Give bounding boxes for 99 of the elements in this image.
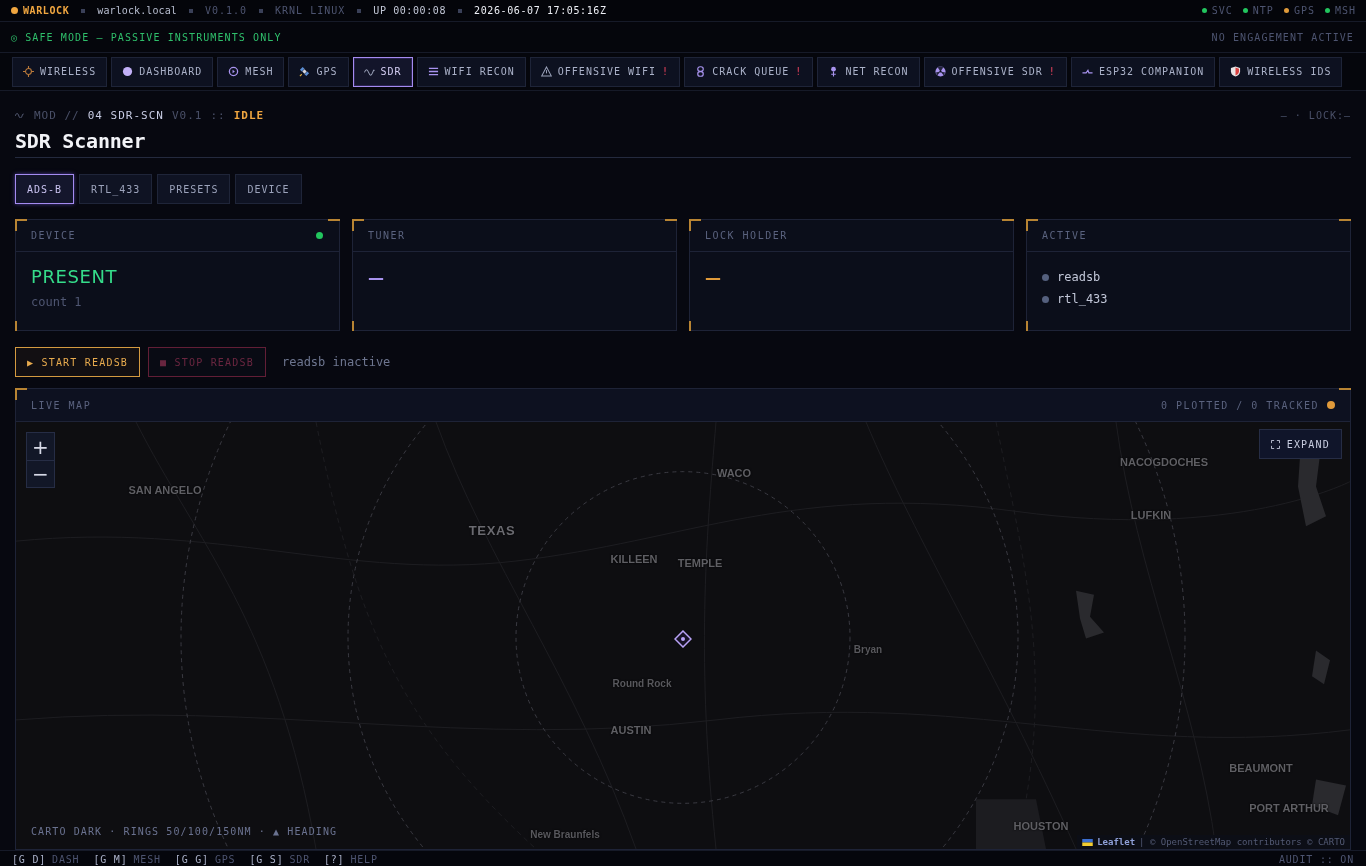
expand-button[interactable]: EXPAND <box>1258 429 1342 459</box>
sub-tab[interactable]: ADS-B <box>15 174 75 204</box>
corner-bracket <box>1026 219 1038 231</box>
map-label: AUSTIN <box>610 724 652 736</box>
map-label: Round Rock <box>612 677 672 689</box>
zoom-in-button[interactable]: + <box>27 433 54 460</box>
nav-tab[interactable]: GPS <box>288 56 349 87</box>
sub-tab[interactable]: RTL_433 <box>79 174 153 204</box>
shortcut-label: DASH <box>52 853 80 865</box>
warning-icon <box>540 66 552 77</box>
shortcut-label: HELP <box>350 853 378 865</box>
nav-tab[interactable]: OFFENSIVE SDR ! <box>923 56 1067 87</box>
map-label: SAN ANGELO <box>128 484 202 496</box>
ring-icon <box>228 66 240 77</box>
nav-tab[interactable]: WIRELESS <box>12 56 108 87</box>
brand-name: WARLOCK <box>23 5 70 16</box>
key-hint: [G D] <box>12 853 47 865</box>
key-hint: [G S] <box>249 853 284 865</box>
nav-tab[interactable]: OFFENSIVE WIFI ! <box>529 56 681 87</box>
shortcut-label: MESH <box>133 853 161 865</box>
map-label: BEAUMONT <box>1229 762 1293 774</box>
service-label: MSH <box>1334 5 1356 16</box>
engagement-text: NO ENGAGEMENT ACTIVE <box>1211 31 1354 43</box>
key-hint: [?] <box>323 853 345 865</box>
map-label: Bryan <box>853 643 883 655</box>
sub-tab[interactable]: DEVICE <box>235 174 302 204</box>
attribution-text: | © OpenStreetMap contributors © CARTO <box>1139 837 1345 847</box>
nav-tab[interactable]: SDR <box>352 56 413 87</box>
map-label: TEXAS <box>468 522 516 538</box>
key-hint: [G M] <box>93 853 128 865</box>
diamond-marker-icon <box>674 630 692 648</box>
key-hint: [G G] <box>174 853 209 865</box>
nav-tab[interactable]: WIRELESS IDS <box>1219 56 1343 87</box>
map-label: KILLEEN <box>610 553 658 565</box>
map-label: WACO <box>716 467 752 479</box>
nav-tab[interactable]: CRACK QUEUE ! <box>684 56 814 87</box>
page-title: SDR Scanner <box>15 128 1351 158</box>
safe-mode-text: ◎ SAFE MODE — PASSIVE INSTRUMENTS ONLY <box>11 31 282 43</box>
map-label: HOUSTON <box>1013 820 1069 832</box>
crosshair-icon <box>23 66 34 77</box>
kernel-text: KRNL LINUX <box>275 5 346 16</box>
audit-status: AUDIT :: ON <box>1278 853 1354 865</box>
module-version: V0.1 <box>172 108 203 122</box>
shield-icon <box>1230 66 1242 77</box>
map-label: LUFKIN <box>1130 509 1172 521</box>
dot-icon <box>122 66 134 77</box>
service-status-text: readsb inactive <box>281 355 391 369</box>
nav-tab[interactable]: DASHBOARD <box>111 56 214 87</box>
tracked-count: 0 PLOTTED / 0 TRACKED <box>1161 399 1319 411</box>
leaflet-link[interactable]: Leaflet <box>1097 837 1136 847</box>
wave-icon <box>363 66 375 77</box>
nav-tab[interactable]: ESP32 COMPANION <box>1070 56 1216 87</box>
module-prefix: MOD // <box>34 108 80 122</box>
map-label: NACOGDOCHES <box>1120 456 1208 468</box>
card-value: — <box>705 267 721 289</box>
service-label: GPS <box>1293 5 1315 16</box>
map-label: TEMPLE <box>677 557 723 569</box>
map-legend: CARTO DARK · RINGS 50/100/150NM · ▲ HEADING <box>31 826 338 837</box>
shortcut-label: SDR <box>289 853 310 865</box>
chain-icon <box>695 66 707 77</box>
nav-tab[interactable]: MESH <box>217 56 285 87</box>
service-label: NTP <box>1252 5 1274 16</box>
satellite-icon <box>299 66 311 77</box>
map-label: PORT ARTHUR <box>1249 802 1329 814</box>
card-title: LOCK HOLDER <box>705 230 788 241</box>
process-name: rtl_433 <box>1057 291 1108 307</box>
panel-title: LIVE MAP <box>31 399 92 411</box>
card-title: ACTIVE <box>1042 230 1088 241</box>
map-label: New Braunfels <box>530 828 600 840</box>
corner-bracket <box>689 219 701 231</box>
flag-icon <box>1082 838 1094 846</box>
sub-tab[interactable]: PRESETS <box>157 174 231 204</box>
shortcut-label: GPS <box>214 853 236 865</box>
wave-icon <box>15 112 24 118</box>
card-title: TUNER <box>368 230 406 241</box>
corner-bracket <box>15 219 27 231</box>
service-label: SVC <box>1211 5 1233 16</box>
nav-tab[interactable]: WIFI RECON <box>416 56 526 87</box>
corner-bracket <box>352 219 364 231</box>
device-count: count 1 <box>31 295 83 309</box>
clock-text: 2026-06-07 17:05:16Z <box>474 5 607 16</box>
process-name: readsb <box>1057 269 1101 285</box>
module-state: IDLE <box>233 108 265 122</box>
device-status: PRESENT <box>31 266 118 288</box>
radiation-icon <box>934 66 946 77</box>
nav-tab[interactable]: NET RECON <box>817 56 920 87</box>
module-code: 04 SDR-SCN <box>87 108 164 122</box>
dot-icon <box>11 7 18 14</box>
lock-status: — · LOCK:— <box>1280 109 1351 121</box>
zoom-out-button[interactable]: − <box>27 460 54 487</box>
card-value: — <box>368 267 384 289</box>
expand-icon <box>1270 439 1280 449</box>
uptime-text: UP 00:00:08 <box>373 5 447 16</box>
module-separator: :: <box>210 108 226 122</box>
version-text: V0.1.0 <box>204 5 248 16</box>
lines-icon <box>427 66 439 77</box>
card-title: DEVICE <box>31 230 77 241</box>
start-button[interactable]: ▶ START READSB <box>15 347 141 377</box>
host-name: warlock.local <box>97 5 177 16</box>
